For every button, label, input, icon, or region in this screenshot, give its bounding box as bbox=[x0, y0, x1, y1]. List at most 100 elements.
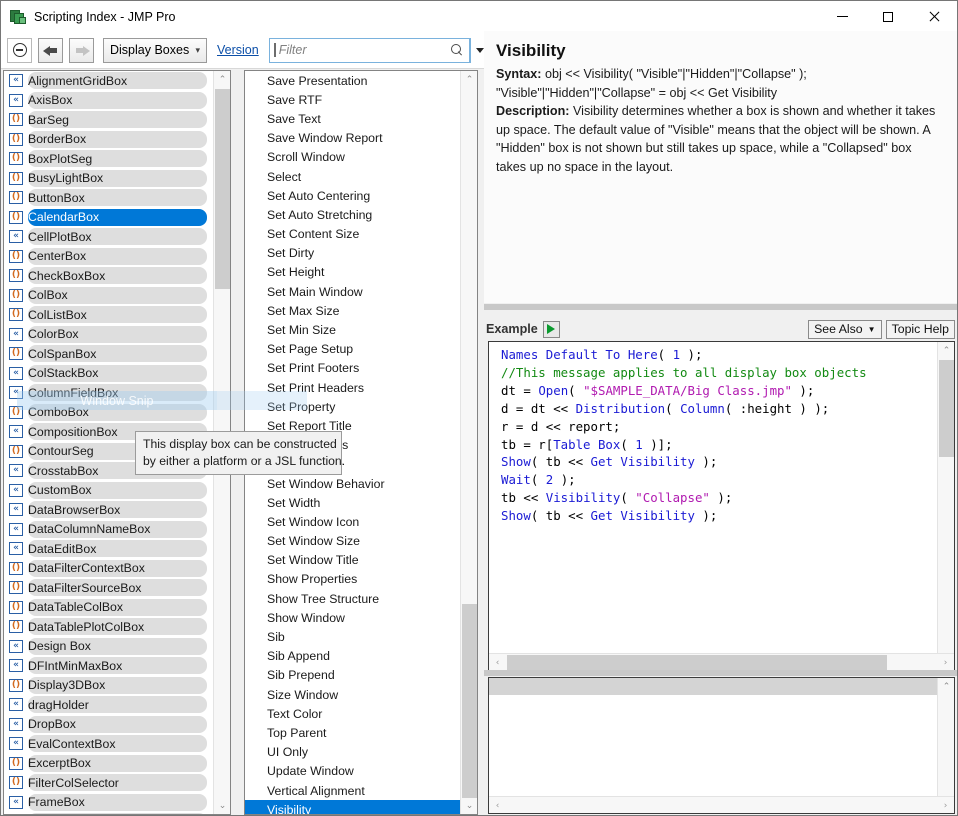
list-item[interactable]: ()BorderBox bbox=[4, 130, 213, 150]
message-item[interactable]: Set Window Size bbox=[245, 532, 460, 551]
home-button[interactable] bbox=[7, 38, 32, 63]
message-item[interactable]: Set Content Size bbox=[245, 225, 460, 244]
message-item[interactable]: Set Property bbox=[245, 397, 460, 416]
maximize-button[interactable] bbox=[865, 1, 911, 32]
message-item[interactable]: Save RTF bbox=[245, 90, 460, 109]
scroll-down-arrow[interactable]: ⌄ bbox=[461, 797, 478, 814]
list-item[interactable]: ()FilterColSelector bbox=[4, 773, 213, 793]
list-item[interactable]: «ColumnFieldBox bbox=[4, 383, 213, 403]
message-item[interactable]: Sib Append bbox=[245, 647, 460, 666]
list-item[interactable]: ()Display3DBox bbox=[4, 676, 213, 696]
scroll-up-arrow[interactable]: ⌃ bbox=[461, 71, 478, 88]
list-item[interactable]: ()BoxPlotSeg bbox=[4, 149, 213, 169]
example-code-pane[interactable]: Names Default To Here( 1 );//This messag… bbox=[488, 341, 955, 671]
list-item[interactable]: «AxisBox bbox=[4, 91, 213, 111]
scroll-left-arrow[interactable]: ‹ bbox=[489, 797, 506, 814]
message-item[interactable]: Sib bbox=[245, 627, 460, 646]
message-item[interactable]: Show Window bbox=[245, 608, 460, 627]
list-item[interactable]: ()CenterBox bbox=[4, 247, 213, 267]
list-item[interactable]: ()ComboBox bbox=[4, 403, 213, 423]
horizontal-splitter-bottom[interactable] bbox=[484, 670, 957, 676]
message-item[interactable]: Set Dirty bbox=[245, 244, 460, 263]
list-item[interactable]: ()CheckBoxBox bbox=[4, 266, 213, 286]
horizontal-splitter-top[interactable] bbox=[484, 304, 957, 310]
filter-input-wrapper[interactable]: Filter bbox=[269, 38, 470, 63]
message-item[interactable]: Set Window Behavior bbox=[245, 474, 460, 493]
example-code[interactable]: Names Default To Here( 1 );//This messag… bbox=[489, 342, 937, 653]
message-item[interactable]: Set Main Window bbox=[245, 282, 460, 301]
list-item[interactable]: «CellPlotBox bbox=[4, 227, 213, 247]
list-item[interactable]: «EvalContextBox bbox=[4, 734, 213, 754]
message-list-scrollbar[interactable]: ⌃ ⌄ bbox=[460, 71, 477, 814]
list-item[interactable]: ()ExcerptBox bbox=[4, 754, 213, 774]
scroll-up-arrow[interactable]: ⌃ bbox=[938, 342, 955, 359]
close-button[interactable] bbox=[911, 1, 957, 32]
list-item[interactable]: ()BarSeg bbox=[4, 110, 213, 130]
list-item[interactable]: «DropBox bbox=[4, 715, 213, 735]
message-item[interactable]: Save Window Report bbox=[245, 129, 460, 148]
message-item[interactable]: Set Print Footers bbox=[245, 359, 460, 378]
list-item[interactable]: «AlignmentGridBox bbox=[4, 71, 213, 91]
list-item[interactable]: ()CalendarBox bbox=[4, 208, 213, 228]
list-item[interactable]: ()DataFilterContextBox bbox=[4, 559, 213, 579]
scrollbar-thumb[interactable] bbox=[507, 655, 887, 670]
message-item[interactable]: Set Page Setup bbox=[245, 340, 460, 359]
message-item[interactable]: Set Auto Stretching bbox=[245, 205, 460, 224]
message-item[interactable]: Show Properties bbox=[245, 570, 460, 589]
message-item[interactable]: Set Max Size bbox=[245, 301, 460, 320]
message-item[interactable]: Top Parent bbox=[245, 723, 460, 742]
see-also-button[interactable]: See Also ▼ bbox=[808, 320, 881, 339]
list-item[interactable]: ()ColBox bbox=[4, 286, 213, 306]
version-link[interactable]: Version bbox=[217, 43, 259, 57]
scrollbar-thumb[interactable] bbox=[939, 360, 954, 457]
scroll-left-arrow[interactable]: ‹ bbox=[489, 654, 506, 671]
magnifier-icon[interactable] bbox=[451, 44, 464, 57]
list-item[interactable]: «DataBrowserBox bbox=[4, 500, 213, 520]
list-item[interactable]: ()ColSpanBox bbox=[4, 344, 213, 364]
list-item[interactable]: «ColorBox bbox=[4, 325, 213, 345]
list-item[interactable]: «Design Box bbox=[4, 637, 213, 657]
message-item[interactable]: Vertical Alignment bbox=[245, 781, 460, 800]
list-item[interactable]: ()BusyLightBox bbox=[4, 169, 213, 189]
list-item[interactable]: «ColStackBox bbox=[4, 364, 213, 384]
message-item[interactable]: Set Window Icon bbox=[245, 512, 460, 531]
topic-help-button[interactable]: Topic Help bbox=[886, 320, 955, 339]
list-item[interactable]: ()ButtonBox bbox=[4, 188, 213, 208]
scroll-down-arrow[interactable]: ⌄ bbox=[214, 797, 231, 814]
scroll-right-arrow[interactable]: › bbox=[937, 797, 954, 814]
message-item[interactable]: Set Print Headers bbox=[245, 378, 460, 397]
message-item[interactable]: Show Tree Structure bbox=[245, 589, 460, 608]
message-item[interactable]: Set Height bbox=[245, 263, 460, 282]
category-dropdown[interactable]: Display Boxes ▾ bbox=[103, 38, 207, 63]
list-item[interactable]: «DFIntMinMaxBox bbox=[4, 656, 213, 676]
list-item[interactable]: «dragHolder bbox=[4, 695, 213, 715]
forward-button[interactable] bbox=[69, 38, 94, 63]
list-item[interactable]: ()ColListBox bbox=[4, 305, 213, 325]
message-item[interactable]: Sib Prepend bbox=[245, 666, 460, 685]
message-item[interactable]: Select bbox=[245, 167, 460, 186]
output-vertical-scrollbar[interactable]: ⌃ ⌄ bbox=[937, 678, 954, 813]
run-script-icon[interactable] bbox=[543, 321, 560, 338]
message-item[interactable]: Scroll Window bbox=[245, 148, 460, 167]
message-item[interactable]: Set Min Size bbox=[245, 320, 460, 339]
message-item[interactable]: Set Window Title bbox=[245, 551, 460, 570]
message-item[interactable]: UI Only bbox=[245, 743, 460, 762]
list-item[interactable]: ()DataFilterSourceBox bbox=[4, 578, 213, 598]
scrollbar-thumb[interactable] bbox=[462, 604, 477, 798]
list-item[interactable]: ()DataTableColBox bbox=[4, 598, 213, 618]
list-item[interactable]: ()DataTablePlotColBox bbox=[4, 617, 213, 637]
scrollbar-thumb[interactable] bbox=[215, 89, 230, 289]
list-item[interactable]: «gdisplaybox bbox=[4, 812, 213, 815]
back-button[interactable] bbox=[38, 38, 63, 63]
message-item[interactable]: Save Presentation bbox=[245, 71, 460, 90]
list-item[interactable]: «FrameBox bbox=[4, 793, 213, 813]
list-item[interactable]: «DataEditBox bbox=[4, 539, 213, 559]
scroll-right-arrow[interactable]: › bbox=[937, 654, 954, 671]
message-item[interactable]: Size Window bbox=[245, 685, 460, 704]
list-item[interactable]: «CustomBox bbox=[4, 481, 213, 501]
message-item[interactable]: Set Auto Centering bbox=[245, 186, 460, 205]
code-vertical-scrollbar[interactable]: ⌃ ⌄ bbox=[937, 342, 954, 670]
message-item[interactable]: Save Text bbox=[245, 109, 460, 128]
message-item[interactable]: Update Window bbox=[245, 762, 460, 781]
message-item[interactable]: Visibility bbox=[245, 800, 460, 815]
